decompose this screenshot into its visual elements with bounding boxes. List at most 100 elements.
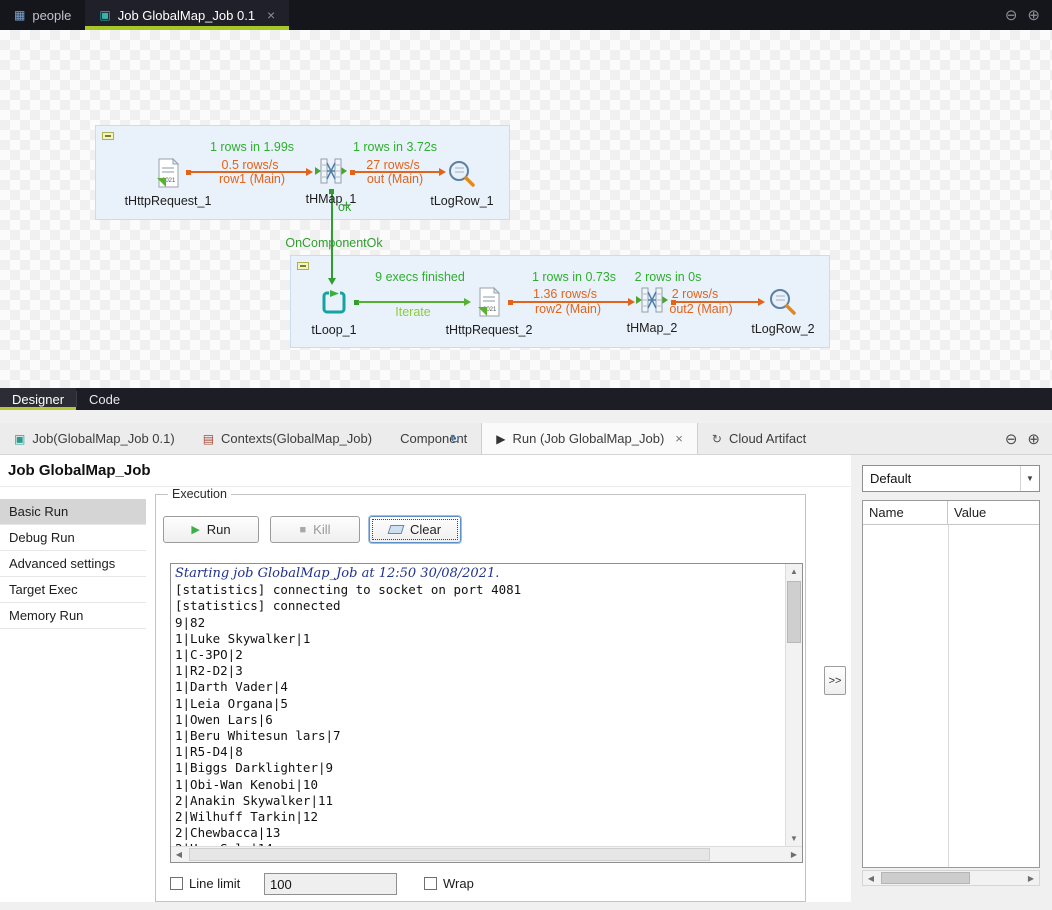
play-icon: ▶ [191, 523, 199, 536]
console-line: 2|Chewbacca|13 [175, 825, 781, 841]
talend-studio-window: ▦ people ▣ Job GlobalMap_Job 0.1 × ⊖ ⊕ [0, 0, 1052, 910]
tab-run-view[interactable]: ▶ Run (Job GlobalMap_Job) × [481, 423, 698, 454]
close-icon[interactable]: × [675, 431, 683, 446]
kill-button[interactable]: ■ Kill [270, 516, 360, 543]
run-sidebar: Basic Run Debug Run Advanced settings Ta… [0, 499, 146, 629]
wrap-label: Wrap [443, 876, 474, 891]
console-output[interactable]: Starting job GlobalMap_Job at 12:50 30/0… [171, 564, 785, 846]
minimize-icon[interactable]: ⊖ [1005, 430, 1018, 448]
component-thttprequest-1[interactable]: 2021 tHttpRequest_1 [113, 156, 223, 208]
tlogrow-icon [767, 286, 799, 318]
view-tab-bar: ▣ Job(GlobalMap_Job 0.1) ▤ Contexts(Glob… [0, 423, 1052, 455]
line-limit-input[interactable] [264, 873, 397, 895]
subjob-collapse-handle[interactable] [297, 262, 309, 270]
tab-label: Contexts(GlobalMap_Job) [221, 431, 372, 446]
line-limit-checkbox[interactable] [170, 877, 183, 890]
scroll-up-icon[interactable]: ▲ [786, 564, 802, 579]
console-line: 1|R5-D4|8 [175, 744, 781, 760]
component-thttprequest-2[interactable]: 2021 tHttpRequest_2 [434, 285, 544, 337]
tab-label: Job(GlobalMap_Job 0.1) [32, 431, 174, 446]
sidebar-item-basic-run[interactable]: Basic Run [0, 499, 146, 525]
scroll-left-icon[interactable]: ◀ [863, 874, 879, 883]
expand-console-button[interactable]: >> [824, 666, 846, 695]
editor-tab-label: Job GlobalMap_Job 0.1 [118, 8, 255, 23]
divider [0, 486, 851, 487]
wrap-row: Wrap [424, 876, 474, 891]
tab-label: Run (Job GlobalMap_Job) [513, 431, 665, 446]
sidebar-item-advanced-settings[interactable]: Advanced settings [0, 551, 146, 577]
close-icon[interactable]: × [267, 7, 275, 23]
subjob-collapse-handle[interactable] [102, 132, 114, 140]
column-header-value[interactable]: Value [948, 501, 992, 524]
scrollbar-thumb[interactable] [189, 848, 710, 861]
horizontal-scrollbar[interactable]: ◀ ▶ [171, 846, 802, 862]
tab-component-view[interactable]: ↻ Component [386, 423, 481, 454]
editor-tab-people[interactable]: ▦ people [0, 0, 85, 30]
job-designer-canvas[interactable]: 2021 tHttpRequest_1 tHMap_1 [0, 30, 1052, 388]
flow-rate-label: 0.5 rows/s [222, 158, 279, 172]
context-dropdown[interactable]: Default ▼ [862, 465, 1040, 492]
trigger-label[interactable]: OnComponentOk [285, 236, 382, 250]
console-line: Starting job GlobalMap_Job at 12:50 30/0… [175, 566, 781, 582]
flow-stats-label: 1 rows in 1.99s [210, 140, 294, 154]
chevron-down-icon[interactable]: ▼ [1020, 466, 1039, 491]
line-limit-label: Line limit [189, 876, 240, 891]
context-variables-table: Name Value [862, 500, 1040, 868]
vertical-scrollbar[interactable]: ▲ ▼ [785, 564, 802, 846]
scrollbar-track[interactable] [187, 847, 786, 862]
maximize-icon[interactable]: ⊕ [1027, 430, 1040, 448]
sidebar-item-target-exec[interactable]: Target Exec [0, 577, 146, 603]
execution-console[interactable]: Starting job GlobalMap_Job at 12:50 30/0… [170, 563, 803, 863]
component-tloop-1[interactable]: tLoop_1 [279, 285, 389, 337]
component-icon: ↻ [400, 432, 510, 446]
clear-button[interactable]: Clear [369, 516, 461, 543]
scroll-down-icon[interactable]: ▼ [786, 831, 802, 846]
trigger-short-label[interactable]: ok [338, 200, 351, 214]
scrollbar-track[interactable] [879, 871, 1023, 885]
scrollbar-thumb[interactable] [881, 872, 970, 884]
thmap-icon [635, 283, 669, 317]
flow-name-label[interactable]: row1 (Main) [219, 172, 285, 186]
tab-contexts-view[interactable]: ▤ Contexts(GlobalMap_Job) [189, 423, 386, 454]
scrollbar-thumb[interactable] [787, 581, 801, 643]
editor-tab-job-globalmap[interactable]: ▣ Job GlobalMap_Job 0.1 × [85, 0, 289, 30]
run-button[interactable]: ▶ Run [163, 516, 259, 543]
run-panel: Job GlobalMap_Job Basic Run Debug Run Ad… [0, 455, 851, 902]
run-panel-area: Job GlobalMap_Job Basic Run Debug Run Ad… [0, 455, 1052, 910]
component-label: tHttpRequest_1 [113, 194, 223, 208]
flow-name-label[interactable]: row2 (Main) [535, 302, 601, 316]
execution-group: Execution ▶ Run ■ Kill Clear Starting jo… [155, 494, 806, 902]
console-line: [statistics] connected [175, 598, 781, 614]
flow-rate-label: 1.36 rows/s [533, 287, 597, 301]
console-line: 1|R2-D2|3 [175, 663, 781, 679]
flow-rate-label: 27 rows/s [366, 158, 420, 172]
minimize-icon[interactable]: ⊖ [1005, 6, 1018, 24]
sidebar-item-memory-run[interactable]: Memory Run [0, 603, 146, 629]
flow-name-label[interactable]: out2 (Main) [669, 302, 732, 316]
flow-stats-label: 1 rows in 0.73s [532, 270, 616, 284]
tab-code[interactable]: Code [77, 388, 132, 410]
component-tlogrow-1[interactable]: tLogRow_1 [407, 158, 517, 208]
console-line: 9|82 [175, 615, 781, 631]
column-header-name[interactable]: Name [863, 501, 948, 524]
scroll-left-icon[interactable]: ◀ [171, 850, 187, 859]
wrap-checkbox[interactable] [424, 877, 437, 890]
tab-designer[interactable]: Designer [0, 388, 76, 410]
console-line: 1|C-3PO|2 [175, 647, 781, 663]
flow-rate-label: 2 rows/s [672, 287, 719, 301]
horizontal-scrollbar[interactable]: ◀ ▶ [862, 870, 1040, 886]
scroll-right-icon[interactable]: ▶ [1023, 874, 1039, 883]
job-icon: ▣ [99, 8, 110, 22]
flow-name-label[interactable]: Iterate [395, 305, 430, 319]
component-tlogrow-2[interactable]: tLogRow_2 [728, 286, 838, 336]
column-divider [948, 525, 949, 867]
tab-cloud-artifact-view[interactable]: ↻ Cloud Artifact [698, 423, 820, 454]
sidebar-item-debug-run[interactable]: Debug Run [0, 525, 146, 551]
maximize-icon[interactable]: ⊕ [1027, 6, 1040, 24]
component-label: tHMap_1 [276, 192, 386, 206]
tab-job-view[interactable]: ▣ Job(GlobalMap_Job 0.1) [0, 423, 189, 454]
component-label: tLogRow_2 [728, 322, 838, 336]
flow-name-label[interactable]: out (Main) [367, 172, 423, 186]
scroll-right-icon[interactable]: ▶ [786, 850, 802, 859]
console-line: 1|Owen Lars|6 [175, 712, 781, 728]
